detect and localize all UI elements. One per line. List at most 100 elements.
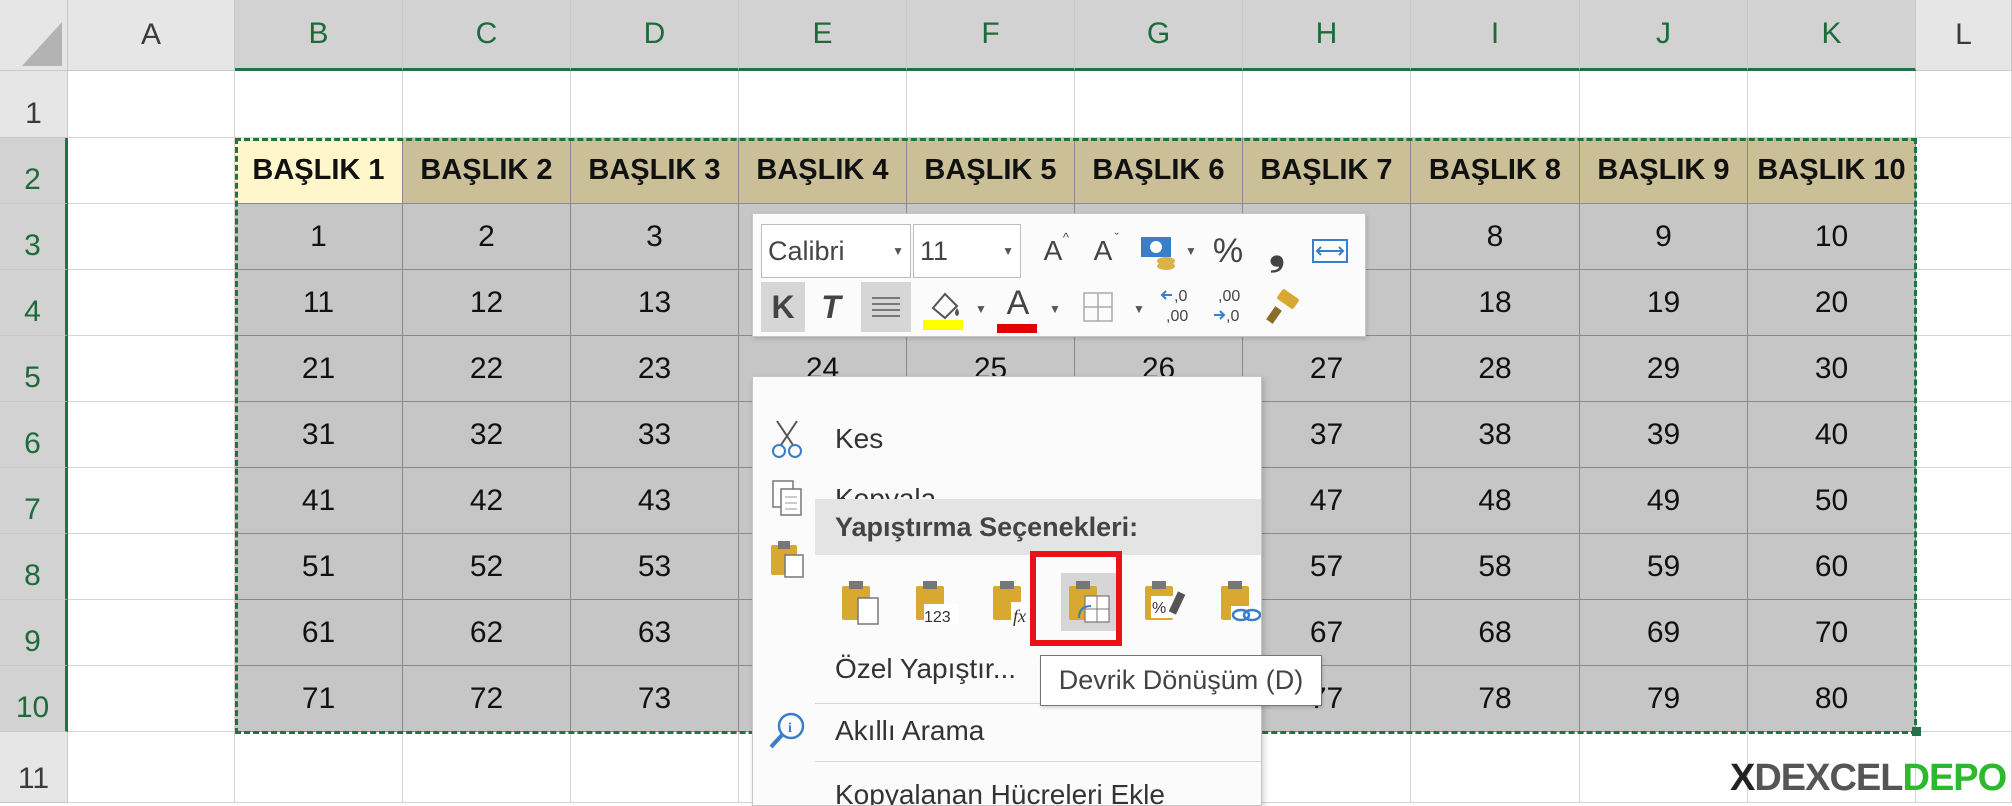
cell-j1[interactable] xyxy=(1580,71,1748,138)
cell-a4[interactable] xyxy=(68,270,235,336)
row-header-3[interactable]: 3 xyxy=(0,204,68,270)
menu-item-insert-copied-cells[interactable]: Kopyalanan Hücreleri Ekle xyxy=(753,767,1261,806)
cell-b1[interactable] xyxy=(235,71,403,138)
font-name-box[interactable]: Calibri ▼ xyxy=(761,224,911,278)
cell-b11[interactable] xyxy=(235,732,403,803)
wrap-text-button[interactable] xyxy=(1305,224,1355,278)
cell-l5[interactable] xyxy=(1916,336,2012,402)
format-painter-button[interactable] xyxy=(1261,282,1307,332)
cell-l1[interactable] xyxy=(1916,71,2012,138)
column-header-g[interactable]: G xyxy=(1075,0,1243,71)
menu-item-smart-lookup[interactable]: i Akıllı Arama xyxy=(753,703,1261,759)
menu-item-cut[interactable]: Kes xyxy=(753,411,1261,467)
decrease-decimal-button[interactable]: ,00,0 xyxy=(1209,282,1255,332)
row-header-9[interactable]: 9 xyxy=(0,600,68,666)
cell-a6[interactable] xyxy=(68,402,235,468)
cell-d11[interactable] xyxy=(571,732,739,803)
accounting-dropdown-icon[interactable]: ▼ xyxy=(1185,244,1197,258)
comma-style-button[interactable]: ❟ xyxy=(1255,224,1299,278)
paste-values-button[interactable]: 123 xyxy=(908,573,964,631)
borders-dropdown-icon[interactable]: ▼ xyxy=(1133,302,1145,316)
cell-j11[interactable] xyxy=(1580,732,1748,803)
row-header-6[interactable]: 6 xyxy=(0,402,68,468)
column-header-i[interactable]: I xyxy=(1411,0,1580,71)
cell-k1[interactable] xyxy=(1748,71,1916,138)
paste-formatting-button[interactable]: % xyxy=(1137,573,1193,631)
row-header-7[interactable]: 7 xyxy=(0,468,68,534)
cell-d1[interactable] xyxy=(571,71,739,138)
cell-l9[interactable] xyxy=(1916,600,2012,666)
font-color-dropdown-icon[interactable]: ▼ xyxy=(1049,302,1061,316)
svg-text:,00: ,00 xyxy=(1166,308,1188,325)
cell-a8[interactable] xyxy=(68,534,235,600)
cell-a2[interactable] xyxy=(68,138,235,204)
cell-a3[interactable] xyxy=(68,204,235,270)
cell-l4[interactable] xyxy=(1916,270,2012,336)
row-header-8[interactable]: 8 xyxy=(0,534,68,600)
cell-f1[interactable] xyxy=(907,71,1075,138)
fill-color-dropdown-icon[interactable]: ▼ xyxy=(975,302,987,316)
accounting-format-button[interactable] xyxy=(1133,224,1183,278)
menu-label-insert-copied: Kopyalanan Hücreleri Ekle xyxy=(835,779,1165,806)
grow-font-button[interactable]: A ^ xyxy=(1031,226,1075,276)
column-header-f[interactable]: F xyxy=(907,0,1075,71)
cell-i1[interactable] xyxy=(1411,71,1580,138)
percent-style-button[interactable]: % xyxy=(1203,224,1253,278)
fill-handle[interactable] xyxy=(1912,727,1921,736)
cell-h1[interactable] xyxy=(1243,71,1411,138)
select-all-corner[interactable] xyxy=(0,0,68,71)
format-painter-icon xyxy=(1266,289,1299,324)
cell-a9[interactable] xyxy=(68,600,235,666)
cell-a10[interactable] xyxy=(68,666,235,732)
cell-a7[interactable] xyxy=(68,468,235,534)
column-header-k[interactable]: K xyxy=(1748,0,1916,71)
column-header-d[interactable]: D xyxy=(571,0,739,71)
row-header-1[interactable]: 1 xyxy=(0,71,68,138)
row-header-4[interactable]: 4 xyxy=(0,270,68,336)
excel-depo-logo: XDEXCELDEPO xyxy=(1730,757,2007,800)
cell-h11[interactable] xyxy=(1243,732,1411,803)
cell-c11[interactable] xyxy=(403,732,571,803)
row-header-2[interactable]: 2 xyxy=(0,138,68,204)
italic-button[interactable]: T xyxy=(809,282,853,332)
clipboard-icon xyxy=(767,539,807,579)
font-color-button[interactable]: A xyxy=(993,282,1043,336)
cell-i11[interactable] xyxy=(1411,732,1580,803)
paste-link-button[interactable] xyxy=(1213,573,1261,631)
column-header-a[interactable]: A xyxy=(68,0,235,71)
cell-l3[interactable] xyxy=(1916,204,2012,270)
fill-color-button[interactable] xyxy=(919,282,969,336)
column-header-h[interactable]: H xyxy=(1243,0,1411,71)
cell-c1[interactable] xyxy=(403,71,571,138)
chevron-down-icon: ▼ xyxy=(892,244,904,258)
cell-l2[interactable] xyxy=(1916,138,2012,204)
font-size-box[interactable]: 11 ▼ xyxy=(913,224,1021,278)
row-header-10[interactable]: 10 xyxy=(0,666,68,732)
increase-decimal-button[interactable]: ,0,00 xyxy=(1157,282,1203,332)
cell-l6[interactable] xyxy=(1916,402,2012,468)
cell-a11[interactable] xyxy=(68,732,235,803)
row-header-5[interactable]: 5 xyxy=(0,336,68,402)
cell-a1[interactable] xyxy=(68,71,235,138)
column-header-e[interactable]: E xyxy=(739,0,907,71)
cell-l7[interactable] xyxy=(1916,468,2012,534)
shrink-font-button[interactable]: Aˇ xyxy=(1081,226,1125,276)
center-align-button[interactable] xyxy=(861,282,911,332)
cell-g1[interactable] xyxy=(1075,71,1243,138)
column-header-c[interactable]: C xyxy=(403,0,571,71)
column-header-j[interactable]: J xyxy=(1580,0,1748,71)
svg-text:,0: ,0 xyxy=(1226,308,1239,325)
cell-a5[interactable] xyxy=(68,336,235,402)
row-header-11[interactable]: 11 xyxy=(0,732,68,803)
paste-button[interactable] xyxy=(832,573,888,631)
cell-l10[interactable] xyxy=(1916,666,2012,732)
paste-link-icon xyxy=(1221,581,1261,622)
cell-l8[interactable] xyxy=(1916,534,2012,600)
bold-button[interactable]: K xyxy=(761,282,805,332)
decrease-decimal-icon: ,00,0 xyxy=(1214,288,1240,325)
column-header-l[interactable]: L xyxy=(1916,0,2012,71)
borders-button[interactable] xyxy=(1075,282,1121,332)
cell-e1[interactable] xyxy=(739,71,907,138)
svg-text:,0: ,0 xyxy=(1174,288,1187,305)
column-header-b[interactable]: B xyxy=(235,0,403,71)
